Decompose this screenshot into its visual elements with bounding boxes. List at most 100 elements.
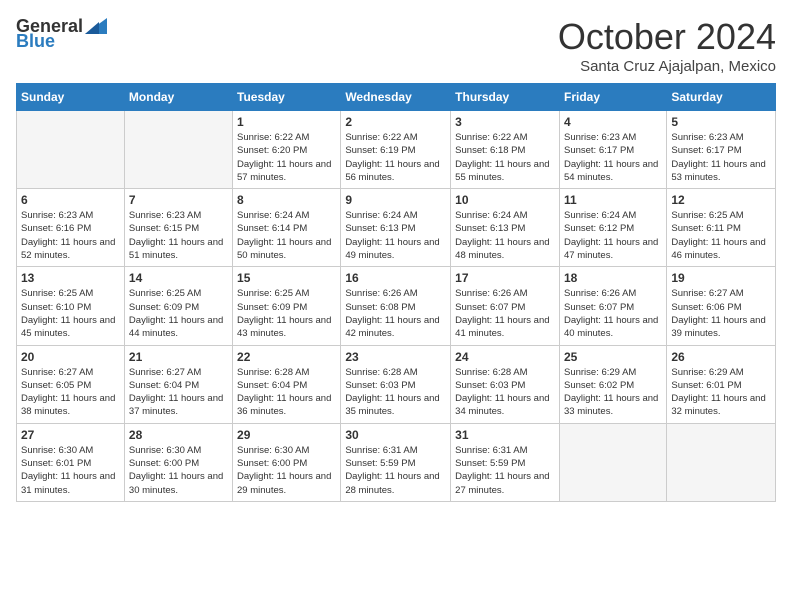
day-info: Sunrise: 6:29 AM Sunset: 6:01 PM Dayligh…	[671, 366, 771, 419]
calendar-cell: 29 Sunrise: 6:30 AM Sunset: 6:00 PM Dayli…	[233, 423, 341, 501]
calendar-cell: 27 Sunrise: 6:30 AM Sunset: 6:01 PM Dayli…	[17, 423, 125, 501]
day-info: Sunrise: 6:30 AM Sunset: 6:00 PM Dayligh…	[129, 444, 228, 497]
day-number: 1	[237, 115, 336, 129]
day-info: Sunrise: 6:22 AM Sunset: 6:19 PM Dayligh…	[345, 131, 446, 184]
day-number: 6	[21, 193, 120, 207]
day-info: Sunrise: 6:31 AM Sunset: 5:59 PM Dayligh…	[345, 444, 446, 497]
day-info: Sunrise: 6:22 AM Sunset: 6:20 PM Dayligh…	[237, 131, 336, 184]
day-number: 11	[564, 193, 662, 207]
logo-blue: Blue	[16, 31, 55, 52]
day-info: Sunrise: 6:26 AM Sunset: 6:08 PM Dayligh…	[345, 287, 446, 340]
day-number: 26	[671, 350, 771, 364]
calendar-cell: 25 Sunrise: 6:29 AM Sunset: 6:02 PM Dayli…	[559, 345, 666, 423]
calendar-cell: 18 Sunrise: 6:26 AM Sunset: 6:07 PM Dayli…	[559, 267, 666, 345]
day-info: Sunrise: 6:28 AM Sunset: 6:03 PM Dayligh…	[455, 366, 555, 419]
day-info: Sunrise: 6:27 AM Sunset: 6:06 PM Dayligh…	[671, 287, 771, 340]
day-info: Sunrise: 6:26 AM Sunset: 6:07 PM Dayligh…	[455, 287, 555, 340]
calendar-cell: 6 Sunrise: 6:23 AM Sunset: 6:16 PM Daylig…	[17, 189, 125, 267]
day-number: 24	[455, 350, 555, 364]
calendar-cell: 7 Sunrise: 6:23 AM Sunset: 6:15 PM Daylig…	[124, 189, 232, 267]
calendar-cell	[17, 111, 125, 189]
calendar-cell: 26 Sunrise: 6:29 AM Sunset: 6:01 PM Dayli…	[667, 345, 776, 423]
day-number: 3	[455, 115, 555, 129]
calendar-table: SundayMondayTuesdayWednesdayThursdayFrid…	[16, 83, 776, 502]
day-info: Sunrise: 6:27 AM Sunset: 6:04 PM Dayligh…	[129, 366, 228, 419]
day-info: Sunrise: 6:31 AM Sunset: 5:59 PM Dayligh…	[455, 444, 555, 497]
month-title: October 2024	[558, 16, 776, 58]
calendar-cell: 10 Sunrise: 6:24 AM Sunset: 6:13 PM Dayli…	[451, 189, 560, 267]
day-info: Sunrise: 6:26 AM Sunset: 6:07 PM Dayligh…	[564, 287, 662, 340]
day-number: 31	[455, 428, 555, 442]
day-number: 20	[21, 350, 120, 364]
calendar-cell: 11 Sunrise: 6:24 AM Sunset: 6:12 PM Dayli…	[559, 189, 666, 267]
day-info: Sunrise: 6:23 AM Sunset: 6:15 PM Dayligh…	[129, 209, 228, 262]
day-info: Sunrise: 6:30 AM Sunset: 6:01 PM Dayligh…	[21, 444, 120, 497]
column-header-saturday: Saturday	[667, 84, 776, 111]
calendar-cell: 5 Sunrise: 6:23 AM Sunset: 6:17 PM Daylig…	[667, 111, 776, 189]
week-row-1: 1 Sunrise: 6:22 AM Sunset: 6:20 PM Daylig…	[17, 111, 776, 189]
day-number: 17	[455, 271, 555, 285]
day-number: 8	[237, 193, 336, 207]
calendar-cell: 12Sunrise: 6:25 AM Sunset: 6:11 PM Dayli…	[667, 189, 776, 267]
calendar-cell: 14 Sunrise: 6:25 AM Sunset: 6:09 PM Dayli…	[124, 267, 232, 345]
day-info: Sunrise: 6:25 AM Sunset: 6:09 PM Dayligh…	[237, 287, 336, 340]
calendar-cell: 28 Sunrise: 6:30 AM Sunset: 6:00 PM Dayli…	[124, 423, 232, 501]
day-number: 16	[345, 271, 446, 285]
calendar-cell: 4 Sunrise: 6:23 AM Sunset: 6:17 PM Daylig…	[559, 111, 666, 189]
day-info: Sunrise: 6:25 AM Sunset: 6:10 PM Dayligh…	[21, 287, 120, 340]
calendar-cell: 20 Sunrise: 6:27 AM Sunset: 6:05 PM Dayli…	[17, 345, 125, 423]
calendar-cell: 2 Sunrise: 6:22 AM Sunset: 6:19 PM Daylig…	[341, 111, 451, 189]
calendar-cell	[559, 423, 666, 501]
day-info: Sunrise: 6:24 AM Sunset: 6:12 PM Dayligh…	[564, 209, 662, 262]
day-number: 18	[564, 271, 662, 285]
day-info: Sunrise: 6:23 AM Sunset: 6:17 PM Dayligh…	[671, 131, 771, 184]
day-info: Sunrise: 6:25 AM Sunset: 6:09 PM Dayligh…	[129, 287, 228, 340]
day-info: Sunrise: 6:24 AM Sunset: 6:13 PM Dayligh…	[345, 209, 446, 262]
calendar-cell: 1 Sunrise: 6:22 AM Sunset: 6:20 PM Daylig…	[233, 111, 341, 189]
column-header-sunday: Sunday	[17, 84, 125, 111]
calendar-cell: 22Sunrise: 6:28 AM Sunset: 6:04 PM Dayli…	[233, 345, 341, 423]
column-header-thursday: Thursday	[451, 84, 560, 111]
location-title: Santa Cruz Ajajalpan, Mexico	[558, 58, 776, 75]
day-number: 5	[671, 115, 771, 129]
day-info: Sunrise: 6:24 AM Sunset: 6:14 PM Dayligh…	[237, 209, 336, 262]
day-number: 19	[671, 271, 771, 285]
day-number: 10	[455, 193, 555, 207]
calendar-cell	[124, 111, 232, 189]
title-area: October 2024 Santa Cruz Ajajalpan, Mexic…	[558, 16, 776, 75]
day-info: Sunrise: 6:22 AM Sunset: 6:18 PM Dayligh…	[455, 131, 555, 184]
day-number: 7	[129, 193, 228, 207]
day-info: Sunrise: 6:23 AM Sunset: 6:17 PM Dayligh…	[564, 131, 662, 184]
column-header-tuesday: Tuesday	[233, 84, 341, 111]
calendar-cell: 31 Sunrise: 6:31 AM Sunset: 5:59 PM Dayli…	[451, 423, 560, 501]
calendar-cell: 9Sunrise: 6:24 AM Sunset: 6:13 PM Daylig…	[341, 189, 451, 267]
calendar-cell: 17 Sunrise: 6:26 AM Sunset: 6:07 PM Dayli…	[451, 267, 560, 345]
column-header-friday: Friday	[559, 84, 666, 111]
column-header-wednesday: Wednesday	[341, 84, 451, 111]
week-row-5: 27 Sunrise: 6:30 AM Sunset: 6:01 PM Dayli…	[17, 423, 776, 501]
day-number: 14	[129, 271, 228, 285]
day-number: 2	[345, 115, 446, 129]
day-info: Sunrise: 6:28 AM Sunset: 6:03 PM Dayligh…	[345, 366, 446, 419]
calendar-cell: 13Sunrise: 6:25 AM Sunset: 6:10 PM Dayli…	[17, 267, 125, 345]
day-info: Sunrise: 6:25 AM Sunset: 6:11 PM Dayligh…	[671, 209, 771, 262]
day-info: Sunrise: 6:29 AM Sunset: 6:02 PM Dayligh…	[564, 366, 662, 419]
calendar-cell: 19 Sunrise: 6:27 AM Sunset: 6:06 PM Dayli…	[667, 267, 776, 345]
day-info: Sunrise: 6:24 AM Sunset: 6:13 PM Dayligh…	[455, 209, 555, 262]
calendar-cell: 30Sunrise: 6:31 AM Sunset: 5:59 PM Dayli…	[341, 423, 451, 501]
header-row: SundayMondayTuesdayWednesdayThursdayFrid…	[17, 84, 776, 111]
week-row-4: 20 Sunrise: 6:27 AM Sunset: 6:05 PM Dayli…	[17, 345, 776, 423]
day-number: 4	[564, 115, 662, 129]
week-row-2: 6 Sunrise: 6:23 AM Sunset: 6:16 PM Daylig…	[17, 189, 776, 267]
day-number: 28	[129, 428, 228, 442]
day-number: 27	[21, 428, 120, 442]
day-number: 25	[564, 350, 662, 364]
calendar-cell: 15Sunrise: 6:25 AM Sunset: 6:09 PM Dayli…	[233, 267, 341, 345]
day-info: Sunrise: 6:30 AM Sunset: 6:00 PM Dayligh…	[237, 444, 336, 497]
day-number: 29	[237, 428, 336, 442]
calendar-cell	[667, 423, 776, 501]
calendar-cell: 3 Sunrise: 6:22 AM Sunset: 6:18 PM Daylig…	[451, 111, 560, 189]
day-info: Sunrise: 6:23 AM Sunset: 6:16 PM Dayligh…	[21, 209, 120, 262]
day-info: Sunrise: 6:28 AM Sunset: 6:04 PM Dayligh…	[237, 366, 336, 419]
day-info: Sunrise: 6:27 AM Sunset: 6:05 PM Dayligh…	[21, 366, 120, 419]
